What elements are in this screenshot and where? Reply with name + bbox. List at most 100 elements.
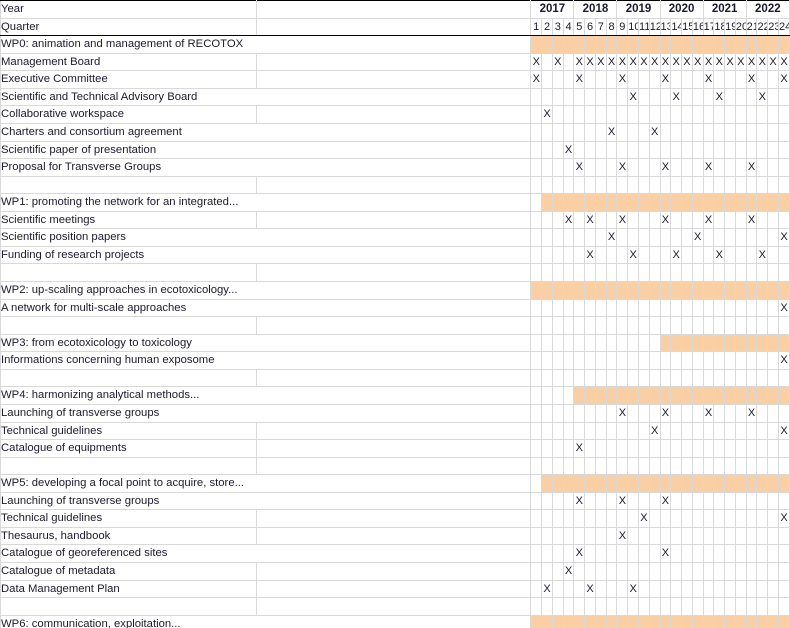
gantt-empty-cell (638, 526, 650, 546)
gantt-empty-cell (756, 158, 769, 177)
gantt-bar-cell (670, 614, 683, 628)
gantt-empty-cell (734, 316, 747, 335)
gantt-empty-cell (767, 456, 779, 476)
gantt-milestone-cell: X (777, 70, 790, 89)
gantt-task-row: Executive Committee X X X X X X X (0, 70, 790, 89)
gantt-empty-cell (573, 597, 586, 616)
gantt-bar-cell (767, 35, 779, 54)
gantt-task-row: Charters and consortium agreement X X (0, 122, 790, 142)
gantt-bar-cell (734, 474, 747, 493)
gantt-empty-cell (573, 526, 586, 546)
gantt-milestone-cell: X (659, 544, 672, 563)
gantt-empty-cell (713, 368, 726, 388)
gantt-bar-cell (541, 614, 553, 628)
gantt-empty-cell (767, 122, 779, 142)
gantt-empty-cell (616, 228, 629, 247)
row-label-cell (0, 316, 258, 335)
gantt-bar-cell (767, 193, 779, 212)
milestone-marker: X (607, 231, 616, 244)
gantt-empty-cell (616, 333, 629, 353)
gantt-task-row: Proposal for Transverse Groups X X X X X (0, 158, 790, 177)
gantt-empty-cell (777, 245, 790, 265)
gantt-empty-cell (573, 509, 586, 528)
gantt-empty-cell (724, 509, 736, 528)
gantt-milestone-cell: X (616, 491, 629, 511)
gantt-empty-cell (713, 509, 726, 528)
gantt-empty-cell (713, 403, 726, 423)
gantt-milestone-cell: X (638, 52, 650, 72)
gantt-empty-cell (648, 263, 661, 282)
gantt-empty-cell (756, 368, 769, 388)
gantt-empty-cell (713, 105, 726, 124)
gantt-chart-container: Year 2017 2018 2019 2020 2021 2022 Quarter 12… (0, 0, 790, 628)
gantt-empty-cell (594, 439, 607, 458)
gantt-empty-cell (691, 368, 704, 388)
quarter-label-9: 9 (616, 17, 629, 37)
gantt-empty-cell (745, 228, 758, 247)
row-label-cell: WP1: promoting the network for an integr… (0, 193, 532, 212)
gantt-bar-cell (777, 614, 790, 628)
year-label-2022: 2022 (745, 0, 790, 19)
gantt-empty-cell (702, 87, 715, 107)
gantt-empty-cell (584, 263, 596, 282)
gantt-empty-cell (724, 175, 736, 195)
gantt-milestone-cell: X (670, 245, 683, 265)
milestone-marker: X (694, 55, 702, 68)
gantt-task-row: Scientific position papers X X X (0, 228, 790, 247)
gantt-empty-cell (702, 298, 715, 318)
gantt-empty-cell (681, 421, 693, 441)
gantt-empty-cell (541, 158, 553, 177)
gantt-milestone-cell: X (605, 228, 618, 247)
gantt-empty-cell (562, 421, 575, 441)
row-label-spacer-cell (256, 105, 532, 124)
gantt-milestone-cell: X (573, 544, 586, 563)
gantt-milestone-cell: X (584, 52, 596, 72)
gantt-bar-cell (605, 193, 618, 212)
gantt-empty-cell (691, 491, 704, 511)
gantt-empty-cell (681, 526, 693, 546)
quarter-label-13: 13 (659, 17, 672, 37)
gantt-empty-cell (562, 263, 575, 282)
gantt-bar-cell (756, 386, 769, 405)
gantt-empty-cell (659, 456, 672, 476)
gantt-empty-cell (638, 263, 650, 282)
gantt-milestone-cell: X (648, 122, 661, 142)
gantt-bar-cell (713, 333, 726, 353)
gantt-bar-cell (767, 281, 779, 300)
gantt-bar-cell (616, 386, 629, 405)
milestone-marker: X (661, 73, 670, 86)
gantt-empty-cell (724, 87, 736, 107)
gantt-empty-cell (551, 526, 564, 546)
gantt-empty-cell (562, 333, 575, 353)
gantt-empty-cell (541, 210, 553, 230)
gantt-bar-cell (702, 333, 715, 353)
milestone-marker: X (575, 494, 583, 507)
gantt-empty-cell (734, 526, 747, 546)
gantt-bar-cell (530, 35, 543, 54)
gantt-empty-cell (594, 421, 607, 441)
gantt-empty-cell (562, 456, 575, 476)
gantt-empty-cell (562, 491, 575, 511)
gantt-bar-cell (777, 386, 790, 405)
gantt-empty-cell (648, 351, 661, 370)
gantt-empty-cell (562, 351, 575, 370)
gantt-milestone-cell: X (616, 52, 629, 72)
gantt-bar-cell (724, 474, 736, 493)
gantt-milestone-cell: X (627, 52, 640, 72)
gantt-empty-cell (594, 175, 607, 195)
gantt-empty-cell (627, 175, 640, 195)
gantt-empty-cell (659, 298, 672, 318)
gantt-empty-cell (648, 562, 661, 581)
gantt-milestone-cell: X (713, 87, 726, 107)
gantt-bar-cell (573, 281, 586, 300)
gantt-empty-cell (530, 245, 543, 265)
gantt-bar-cell (767, 614, 779, 628)
gantt-empty-cell (616, 105, 629, 124)
gantt-empty-cell (648, 333, 661, 353)
gantt-empty-cell (756, 70, 769, 89)
quarter-label-16: 16 (691, 17, 704, 37)
gantt-empty-cell (777, 263, 790, 282)
gantt-table-body: WP0: animation and management of RECOTOX… (0, 35, 790, 628)
gantt-empty-cell (767, 87, 779, 107)
gantt-empty-cell (734, 245, 747, 265)
